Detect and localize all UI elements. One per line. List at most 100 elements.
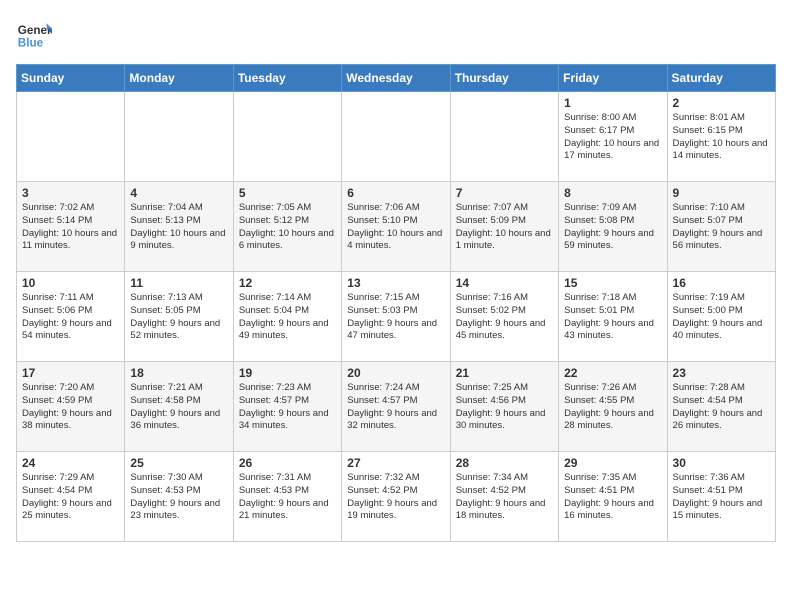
day-number: 29 (564, 456, 661, 470)
day-number: 27 (347, 456, 444, 470)
calendar-cell: 13Sunrise: 7:15 AM Sunset: 5:03 PM Dayli… (342, 272, 450, 362)
page-header: General Blue (16, 16, 776, 52)
day-number: 22 (564, 366, 661, 380)
day-number: 17 (22, 366, 119, 380)
day-number: 12 (239, 276, 336, 290)
weekday-header-monday: Monday (125, 65, 233, 92)
day-number: 3 (22, 186, 119, 200)
calendar-cell: 19 Sunrise: 7:23 AM Sunset: 4:57 PM Dayli… (233, 362, 341, 452)
day-number: 10 (22, 276, 119, 290)
calendar-week-2: 3 Sunrise: 7:02 AM Sunset: 5:14 PM Daylig… (17, 182, 776, 272)
day-number: 20 (347, 366, 444, 380)
calendar-week-4: 17 Sunrise: 7:20 AM Sunset: 4:59 PM Dayli… (17, 362, 776, 452)
day-info: Sunrise: 7:18 AM Sunset: 5:01 PM Dayligh… (564, 292, 661, 343)
day-info: Sunrise: 8:00 AM Sunset: 6:17 PM Dayligh… (564, 112, 661, 163)
day-number: 19 (239, 366, 336, 380)
day-info: Sunrise: 7:28 AM Sunset: 4:54 PM Dayligh… (673, 382, 770, 433)
calendar-cell (125, 92, 233, 182)
calendar-cell: 1 Sunrise: 8:00 AM Sunset: 6:17 PM Daylig… (559, 92, 667, 182)
day-info: Sunrise: 7:21 AM Sunset: 4:58 PM Dayligh… (130, 382, 227, 433)
calendar-cell: 2Sunrise: 8:01 AM Sunset: 6:15 PM Daylig… (667, 92, 775, 182)
day-info: Sunrise: 7:06 AM Sunset: 5:10 PM Dayligh… (347, 202, 444, 253)
calendar-cell: 22 Sunrise: 7:26 AM Sunset: 4:55 PM Dayli… (559, 362, 667, 452)
calendar-cell (17, 92, 125, 182)
day-number: 5 (239, 186, 336, 200)
calendar-cell: 12 Sunrise: 7:14 AM Sunset: 5:04 PM Dayli… (233, 272, 341, 362)
day-number: 26 (239, 456, 336, 470)
calendar-cell: 27 Sunrise: 7:32 AM Sunset: 4:52 PM Dayli… (342, 452, 450, 542)
calendar-cell: 28 Sunrise: 7:34 AM Sunset: 4:52 PM Dayli… (450, 452, 558, 542)
day-info: Sunrise: 7:02 AM Sunset: 5:14 PM Dayligh… (22, 202, 119, 253)
day-info: Sunrise: 7:16 AM Sunset: 5:02 PM Dayligh… (456, 292, 553, 343)
day-number: 6 (347, 186, 444, 200)
calendar-cell: 14 Sunrise: 7:16 AM Sunset: 5:02 PM Dayli… (450, 272, 558, 362)
calendar-cell: 8 Sunrise: 7:09 AM Sunset: 5:08 PM Daylig… (559, 182, 667, 272)
day-number: 23 (673, 366, 770, 380)
calendar-cell: 11 Sunrise: 7:13 AM Sunset: 5:05 PM Dayli… (125, 272, 233, 362)
day-number: 15 (564, 276, 661, 290)
logo: General Blue (16, 16, 52, 52)
calendar-cell: 26 Sunrise: 7:31 AM Sunset: 4:53 PM Dayli… (233, 452, 341, 542)
calendar-cell: 23 Sunrise: 7:28 AM Sunset: 4:54 PM Dayli… (667, 362, 775, 452)
day-number: 9 (673, 186, 770, 200)
day-info: Sunrise: 7:23 AM Sunset: 4:57 PM Dayligh… (239, 382, 336, 433)
day-info: Sunrise: 7:13 AM Sunset: 5:05 PM Dayligh… (130, 292, 227, 343)
calendar-cell: 25Sunrise: 7:30 AM Sunset: 4:53 PM Dayli… (125, 452, 233, 542)
day-info: Sunrise: 7:35 AM Sunset: 4:51 PM Dayligh… (564, 472, 661, 523)
day-number: 4 (130, 186, 227, 200)
day-info: Sunrise: 7:25 AM Sunset: 4:56 PM Dayligh… (456, 382, 553, 433)
weekday-header-tuesday: Tuesday (233, 65, 341, 92)
day-info: Sunrise: 7:09 AM Sunset: 5:08 PM Dayligh… (564, 202, 661, 253)
calendar-cell: 16 Sunrise: 7:19 AM Sunset: 5:00 PM Dayli… (667, 272, 775, 362)
day-info: Sunrise: 7:10 AM Sunset: 5:07 PM Dayligh… (673, 202, 770, 253)
day-number: 13 (347, 276, 444, 290)
weekday-header-thursday: Thursday (450, 65, 558, 92)
day-number: 21 (456, 366, 553, 380)
day-number: 28 (456, 456, 553, 470)
calendar-cell: 4 Sunrise: 7:04 AM Sunset: 5:13 PM Daylig… (125, 182, 233, 272)
calendar-cell: 21 Sunrise: 7:25 AM Sunset: 4:56 PM Dayli… (450, 362, 558, 452)
calendar-cell (233, 92, 341, 182)
logo-icon: General Blue (16, 16, 52, 52)
calendar-header: SundayMondayTuesdayWednesdayThursdayFrid… (17, 65, 776, 92)
day-number: 14 (456, 276, 553, 290)
day-number: 1 (564, 96, 661, 110)
calendar-cell: 30 Sunrise: 7:36 AM Sunset: 4:51 PM Dayli… (667, 452, 775, 542)
day-info: Sunrise: 7:04 AM Sunset: 5:13 PM Dayligh… (130, 202, 227, 253)
calendar-cell: 6 Sunrise: 7:06 AM Sunset: 5:10 PM Daylig… (342, 182, 450, 272)
calendar-cell: 7 Sunrise: 7:07 AM Sunset: 5:09 PM Daylig… (450, 182, 558, 272)
day-number: 25 (130, 456, 227, 470)
calendar-cell: 18 Sunrise: 7:21 AM Sunset: 4:58 PM Dayli… (125, 362, 233, 452)
day-info: Sunrise: 7:29 AM Sunset: 4:54 PM Dayligh… (22, 472, 119, 523)
calendar-cell: 3 Sunrise: 7:02 AM Sunset: 5:14 PM Daylig… (17, 182, 125, 272)
calendar-cell: 15 Sunrise: 7:18 AM Sunset: 5:01 PM Dayli… (559, 272, 667, 362)
day-info: Sunrise: 7:14 AM Sunset: 5:04 PM Dayligh… (239, 292, 336, 343)
day-info: Sunrise: 7:20 AM Sunset: 4:59 PM Dayligh… (22, 382, 119, 433)
day-info: Sunrise: 7:34 AM Sunset: 4:52 PM Dayligh… (456, 472, 553, 523)
day-info: Sunrise: 7:31 AM Sunset: 4:53 PM Dayligh… (239, 472, 336, 523)
day-info: Sunrise: 7:07 AM Sunset: 5:09 PM Dayligh… (456, 202, 553, 253)
day-info: Sunrise: 7:32 AM Sunset: 4:52 PM Dayligh… (347, 472, 444, 523)
day-number: 16 (673, 276, 770, 290)
day-info: Sunrise: 8:01 AM Sunset: 6:15 PM Dayligh… (673, 112, 770, 163)
calendar-cell (450, 92, 558, 182)
day-number: 8 (564, 186, 661, 200)
svg-text:Blue: Blue (18, 37, 44, 50)
day-info: Sunrise: 7:11 AM Sunset: 5:06 PM Dayligh… (22, 292, 119, 343)
day-number: 24 (22, 456, 119, 470)
day-info: Sunrise: 7:26 AM Sunset: 4:55 PM Dayligh… (564, 382, 661, 433)
day-number: 7 (456, 186, 553, 200)
day-number: 11 (130, 276, 227, 290)
calendar-cell (342, 92, 450, 182)
calendar-week-1: 1 Sunrise: 8:00 AM Sunset: 6:17 PM Daylig… (17, 92, 776, 182)
calendar-cell: 17 Sunrise: 7:20 AM Sunset: 4:59 PM Dayli… (17, 362, 125, 452)
calendar-cell: 10 Sunrise: 7:11 AM Sunset: 5:06 PM Dayli… (17, 272, 125, 362)
day-info: Sunrise: 7:36 AM Sunset: 4:51 PM Dayligh… (673, 472, 770, 523)
calendar-week-3: 10 Sunrise: 7:11 AM Sunset: 5:06 PM Dayli… (17, 272, 776, 362)
day-number: 30 (673, 456, 770, 470)
day-info: Sunrise: 7:05 AM Sunset: 5:12 PM Dayligh… (239, 202, 336, 253)
day-info: Sunrise: 7:19 AM Sunset: 5:00 PM Dayligh… (673, 292, 770, 343)
day-number: 18 (130, 366, 227, 380)
calendar-table: SundayMondayTuesdayWednesdayThursdayFrid… (16, 64, 776, 542)
calendar-week-5: 24 Sunrise: 7:29 AM Sunset: 4:54 PM Dayli… (17, 452, 776, 542)
